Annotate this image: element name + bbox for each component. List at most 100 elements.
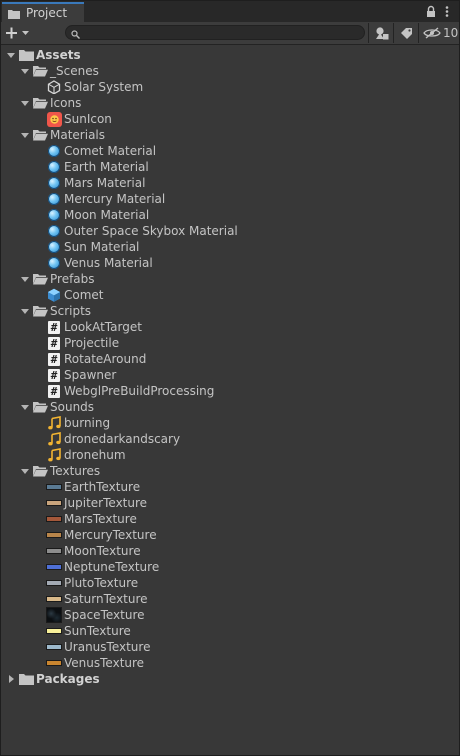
folder-open-icon [32,463,48,479]
sun-image-icon [46,111,62,127]
arrow-spacer [34,495,44,511]
tree-asset-row[interactable]: JupiterTexture [1,495,459,511]
tree-asset-row[interactable]: # Spawner [1,367,459,383]
tree-item-label: Comet [64,288,104,302]
tree-asset-row[interactable]: Venus Material [1,255,459,271]
tree-item-label: SunTexture [64,624,131,638]
arrow-spacer [34,511,44,527]
arrow-spacer [34,575,44,591]
tree-item-label: EarthTexture [64,480,141,494]
eye-hidden-icon [423,27,441,39]
expand-arrow-down-icon[interactable] [20,463,30,479]
csharp-script-icon: # [46,383,62,399]
search-input[interactable] [84,26,354,39]
tree-folder-row[interactable]: Prefabs [1,271,459,287]
tree-asset-row[interactable]: EarthTexture [1,479,459,495]
tree-asset-row[interactable]: SunIcon [1,111,459,127]
arrow-spacer [34,543,44,559]
tree-folder-row[interactable]: Packages [1,671,459,687]
csharp-script-icon: # [46,367,62,383]
tree-item-label: SaturnTexture [64,592,148,606]
create-button[interactable] [5,24,35,42]
arrow-spacer [34,335,44,351]
tree-folder-row[interactable]: Assets [1,47,459,63]
material-sphere-icon [46,207,62,223]
tree-item-label: Projectile [64,336,120,350]
tree-folder-row[interactable]: Textures [1,463,459,479]
plus-dropdown-icon [6,27,29,39]
tree-folder-row[interactable]: _Scenes [1,63,459,79]
tree-item-label: WebglPreBuildProcessing [64,384,215,398]
tree-item-label: Mars Material [64,176,146,190]
tree-asset-row[interactable]: MercuryTexture [1,527,459,543]
arrow-spacer [34,591,44,607]
tree-asset-row[interactable]: Mars Material [1,175,459,191]
tree-asset-row[interactable]: Solar System [1,79,459,95]
tree-asset-row[interactable]: Mercury Material [1,191,459,207]
tree-item-label: Solar System [64,80,144,94]
search-field[interactable] [65,25,365,40]
expand-arrow-down-icon[interactable] [20,95,30,111]
tree-asset-row[interactable]: burning [1,415,459,431]
folder-open-icon [32,95,48,111]
tree-item-label: Assets [36,48,81,62]
tree-asset-row[interactable]: Comet Material [1,143,459,159]
tree-asset-row[interactable]: Outer Space Skybox Material [1,223,459,239]
tree-folder-row[interactable]: Sounds [1,399,459,415]
tree-item-label: dronehum [64,448,126,462]
material-sphere-icon [46,191,62,207]
tree-asset-row[interactable]: # Projectile [1,335,459,351]
tree-folder-row[interactable]: Icons [1,95,459,111]
tree-asset-row[interactable]: VenusTexture [1,655,459,671]
tree-asset-row[interactable]: NeptuneTexture [1,559,459,575]
tree-folder-row[interactable]: Scripts [1,303,459,319]
arrow-spacer [34,415,44,431]
texture-thumbnail-icon [46,543,62,559]
tree-asset-row[interactable]: Comet [1,287,459,303]
label-tag-icon [400,28,412,39]
expand-arrow-right-icon[interactable] [6,671,16,687]
kebab-menu-icon[interactable] [444,5,450,18]
tree-item-label: Mercury Material [64,192,166,206]
expand-arrow-down-icon[interactable] [20,63,30,79]
arrow-spacer [34,479,44,495]
tree-item-label: _Scenes [50,64,99,78]
tree-asset-row[interactable]: dronedarkandscary [1,431,459,447]
tree-asset-row[interactable]: Moon Material [1,207,459,223]
tree-asset-row[interactable]: # WebglPreBuildProcessing [1,383,459,399]
tree-asset-row[interactable]: # LookAtTarget [1,319,459,335]
expand-arrow-down-icon[interactable] [20,399,30,415]
hidden-packages-button[interactable]: 10 [418,23,459,43]
arrow-spacer [34,255,44,271]
tree-asset-row[interactable]: Sun Material [1,239,459,255]
texture-thumbnail-icon [46,591,62,607]
tree-asset-row[interactable]: SaturnTexture [1,591,459,607]
type-filter-button[interactable] [368,23,394,43]
arrow-spacer [34,351,44,367]
label-filter-button[interactable] [393,23,419,43]
lock-icon[interactable] [425,5,437,18]
tree-asset-row[interactable]: MarsTexture [1,511,459,527]
expand-arrow-down-icon[interactable] [20,303,30,319]
arrow-spacer [34,431,44,447]
expand-arrow-down-icon[interactable] [6,47,16,63]
expand-arrow-down-icon[interactable] [20,271,30,287]
type-filter-icon [375,26,388,39]
material-sphere-icon [46,239,62,255]
tree-asset-row[interactable]: MoonTexture [1,543,459,559]
expand-arrow-down-icon[interactable] [20,127,30,143]
tab-project[interactable]: Project [2,2,84,22]
tree-asset-row[interactable]: dronehum [1,447,459,463]
arrow-spacer [34,367,44,383]
tree-asset-row[interactable]: SunTexture [1,623,459,639]
tree-asset-row[interactable]: PlutoTexture [1,575,459,591]
tree-folder-row[interactable]: Materials [1,127,459,143]
texture-thumbnail-icon [46,623,62,639]
tree-item-label: Icons [50,96,82,110]
project-window: Project 10 Assets _Scenes Solar System I… [0,0,460,756]
tree-asset-row[interactable]: # RotateAround [1,351,459,367]
tree-asset-row[interactable]: SpaceTexture [1,607,459,623]
tree-asset-row[interactable]: UranusTexture [1,639,459,655]
tree-item-label: Textures [50,464,101,478]
tree-asset-row[interactable]: Earth Material [1,159,459,175]
